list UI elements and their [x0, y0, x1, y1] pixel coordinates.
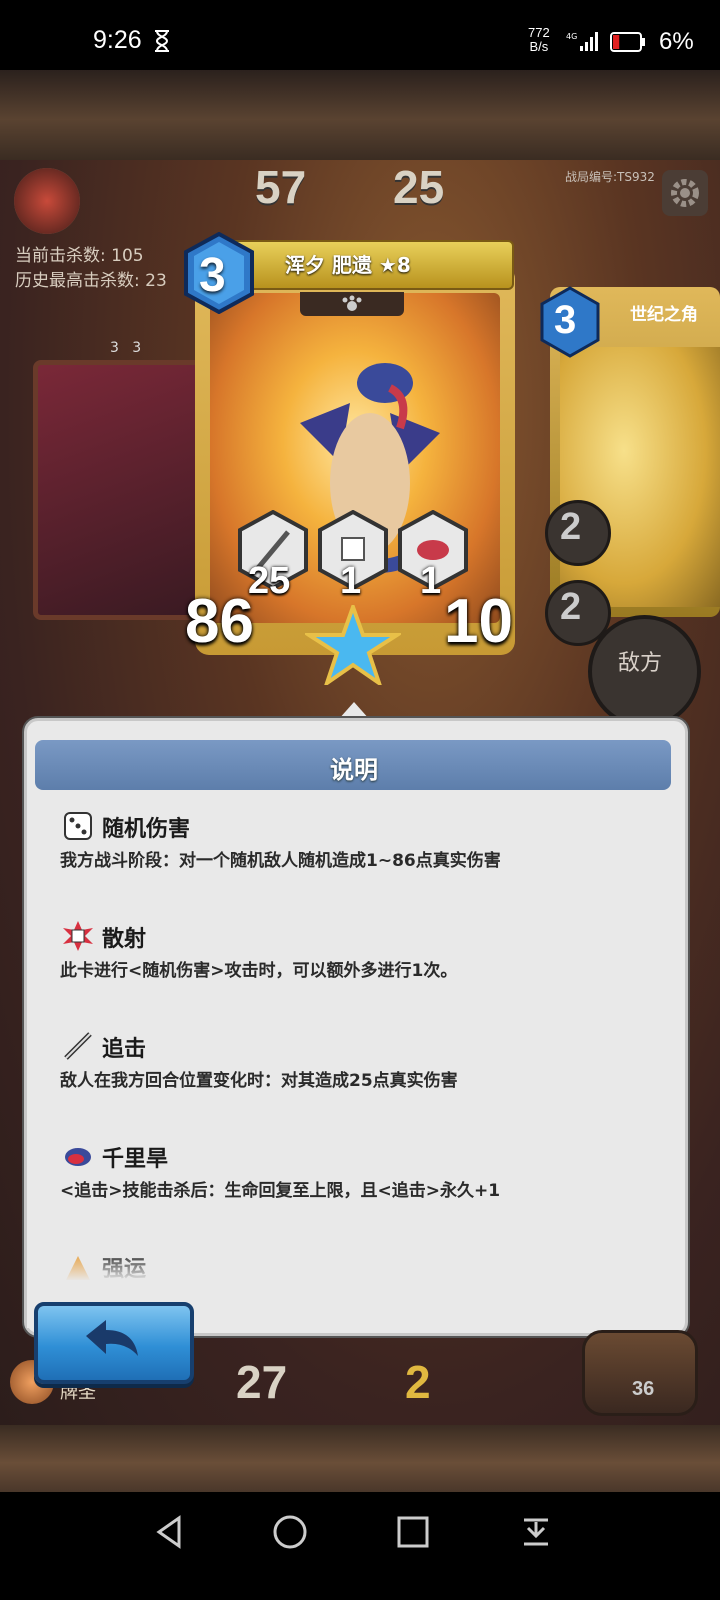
right-card-cost: 3: [554, 298, 577, 342]
current-kills: 当前击杀数: 105: [15, 246, 144, 266]
skill-name: 随机伤害: [102, 817, 191, 842]
best-kills: 历史最高击杀数: 23: [15, 271, 167, 291]
burst-dice-icon: [63, 921, 93, 951]
skill-description: <追击>技能击杀后：生命回复至上限，且<追击>永久+1: [60, 1181, 501, 1201]
card-health: 10: [444, 587, 513, 656]
battery-icon: [610, 32, 645, 52]
settings-button[interactable]: [662, 170, 708, 216]
popup-title: 说明: [330, 756, 378, 784]
skill-name: 追击: [102, 1037, 147, 1062]
top-wood-frame: [0, 70, 720, 160]
opponent-avatar[interactable]: [14, 168, 80, 234]
card-cost: 3: [199, 249, 226, 302]
gear-icon: [671, 179, 699, 207]
recents-nav-icon[interactable]: [393, 1512, 433, 1552]
paw-icon: [342, 295, 362, 311]
right-card-value: 2: [560, 506, 582, 548]
skill-description: 此卡进行<随机伤害>攻击时，可以额外多进行1次。: [60, 961, 458, 981]
right-card-value: 2: [560, 586, 582, 628]
skill-description: 我方战斗阶段：对一个随机敌人随机造成1~86点真实伤害: [60, 851, 501, 871]
home-nav-icon[interactable]: [270, 1512, 310, 1552]
svg-text:4G: 4G: [566, 32, 577, 41]
fish-skill-value: 1: [420, 560, 442, 602]
enemy-label: 敌方: [618, 651, 663, 676]
dagger-skill-value: 25: [248, 560, 291, 602]
left-card[interactable]: [33, 360, 205, 620]
card-attack: 86: [185, 587, 254, 656]
clock: 9:26: [93, 26, 142, 54]
top-score-left: 57: [255, 161, 307, 213]
top-score-right: 25: [393, 161, 445, 213]
skill-name: 千里旱: [102, 1147, 169, 1172]
bottom-score-right: 2: [405, 1356, 431, 1408]
dagger-icon: [64, 1032, 92, 1060]
barrel-count: 36: [632, 1378, 655, 1400]
status-bar: 9:26 772 B/s 4G 6%: [0, 0, 720, 70]
right-card-art: [560, 347, 720, 607]
hourglass-icon: [155, 30, 169, 52]
dropdown-nav-icon[interactable]: [516, 1512, 556, 1552]
back-arrow-icon: [86, 1320, 138, 1356]
bottom-score-left: 27: [236, 1356, 288, 1408]
fish-icon: [65, 1148, 91, 1166]
burst-dice-skill-value: 1: [340, 560, 362, 602]
left-card-stats: 3 3: [110, 340, 142, 356]
battery-percent: 6%: [659, 28, 694, 55]
network-speed: 772 B/s: [528, 25, 550, 54]
right-card-title: 世纪之角: [630, 305, 698, 325]
card-title: 浑夕 肥遗 ★8: [285, 253, 411, 277]
dice-icon: [64, 812, 92, 840]
star-rank-icon: [305, 605, 401, 685]
skill-description: 敌人在我方回合位置变化时：对其造成25点真实伤害: [60, 1071, 458, 1091]
card-barrel[interactable]: [582, 1330, 698, 1416]
skill-name: 散射: [102, 927, 147, 952]
back-nav-icon[interactable]: [149, 1512, 189, 1552]
battle-id: 战局编号:TS932: [565, 170, 655, 184]
paw-tab: [300, 292, 404, 316]
navigation-bar: [0, 1492, 720, 1600]
signal-icon: 4G: [566, 32, 598, 51]
